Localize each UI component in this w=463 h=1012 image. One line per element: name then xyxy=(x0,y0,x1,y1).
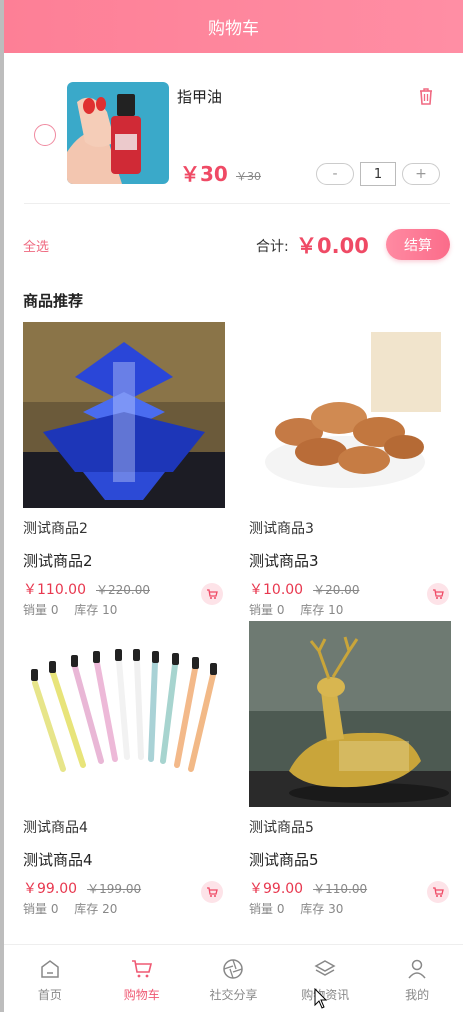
total-value: ￥0.00 xyxy=(296,234,369,258)
product-stock: 库存 20 xyxy=(74,902,118,916)
select-all-button[interactable]: 全选 xyxy=(23,236,49,255)
add-to-cart-icon[interactable] xyxy=(427,583,449,605)
product-image[interactable] xyxy=(249,621,451,807)
mouse-cursor-icon xyxy=(314,988,328,1009)
product-image[interactable] xyxy=(23,621,225,807)
cart-item: 指甲油 ￥30 ￥30 - 1 + xyxy=(4,60,463,205)
total-label: 合计: xyxy=(256,239,289,255)
product-sales: 销量 0 xyxy=(23,603,59,617)
product-old-price: ￥220.00 xyxy=(96,583,150,597)
cart-item-checkbox[interactable] xyxy=(34,124,56,146)
nav-label: 社交分享 xyxy=(209,988,258,1002)
product-stock: 库存 30 xyxy=(300,902,344,916)
trash-icon[interactable] xyxy=(416,86,436,106)
product-name: 测试商品3 xyxy=(249,552,319,570)
increase-button[interactable]: + xyxy=(402,163,440,185)
product-name: 测试商品5 xyxy=(249,851,319,869)
nav-item-cart[interactable]: 购物车 xyxy=(96,945,188,1012)
product-card[interactable]: 测试商品5 测试商品5 ￥99.00 ￥110.00 销量 0 库存 30 xyxy=(249,621,451,917)
product-price: ￥99.00 xyxy=(249,881,304,897)
quantity-input[interactable]: 1 xyxy=(360,162,396,186)
product-title: 测试商品4 xyxy=(23,820,88,836)
cart-item-name: 指甲油 xyxy=(177,88,223,106)
product-image[interactable] xyxy=(249,322,451,508)
product-sales: 销量 0 xyxy=(249,603,285,617)
layers-icon xyxy=(314,960,336,976)
nav-item-me[interactable]: 我的 xyxy=(371,945,463,1012)
checkout-button[interactable]: 结算 xyxy=(386,229,450,260)
product-stock: 库存 10 xyxy=(300,603,344,617)
nav-item-home[interactable]: 首页 xyxy=(4,945,96,1012)
add-to-cart-icon[interactable] xyxy=(201,583,223,605)
decrease-button[interactable]: - xyxy=(316,163,354,185)
product-sales: 销量 0 xyxy=(249,902,285,916)
product-old-price: ￥110.00 xyxy=(313,882,368,896)
product-card[interactable]: 测试商品2 测试商品2 ￥110.00 ￥220.00 销量 0 库存 10 xyxy=(23,322,225,618)
nav-label: 首页 xyxy=(37,988,62,1002)
cart-item-old-price: ￥30 xyxy=(236,170,261,183)
recommend-title: 商品推荐 xyxy=(23,292,84,310)
product-name: 测试商品4 xyxy=(23,851,93,869)
add-to-cart-icon[interactable] xyxy=(427,881,449,903)
divider xyxy=(24,203,450,204)
nav-item-share[interactable]: 社交分享 xyxy=(188,945,280,1012)
add-to-cart-icon[interactable] xyxy=(201,881,223,903)
cart-icon xyxy=(131,960,152,978)
product-title: 测试商品5 xyxy=(249,820,314,836)
product-card[interactable]: 测试商品3 测试商品3 ￥10.00 ￥20.00 销量 0 库存 10 xyxy=(249,322,451,618)
product-old-price: ￥199.00 xyxy=(87,882,142,896)
product-price: ￥99.00 xyxy=(23,881,78,897)
cart-item-price: ￥30 xyxy=(180,162,228,186)
aperture-icon xyxy=(223,959,244,979)
product-title: 测试商品2 xyxy=(23,521,88,537)
product-stock: 库存 10 xyxy=(74,603,118,617)
product-price: ￥110.00 xyxy=(23,582,86,598)
product-card[interactable]: 测试商品4 测试商品4 ￥99.00 ￥199.00 销量 0 库存 20 xyxy=(23,621,225,917)
page-header: 购物车 xyxy=(4,0,463,53)
page-title: 购物车 xyxy=(208,19,259,39)
nav-label: 我的 xyxy=(405,988,430,1002)
product-old-price: ￥20.00 xyxy=(313,583,360,597)
cart-item-image[interactable] xyxy=(67,82,169,184)
nav-label: 购物车 xyxy=(123,988,160,1002)
bottom-nav: 首页 购物车 社交分享 购物资讯 我的 xyxy=(4,944,463,1012)
home-icon xyxy=(41,960,59,978)
product-title: 测试商品3 xyxy=(249,521,314,537)
quantity-stepper: - 1 + xyxy=(316,162,440,186)
product-price: ￥10.00 xyxy=(249,582,304,598)
product-image[interactable] xyxy=(23,322,225,508)
product-sales: 销量 0 xyxy=(23,902,59,916)
user-icon xyxy=(408,959,426,979)
product-name: 测试商品2 xyxy=(23,552,93,570)
